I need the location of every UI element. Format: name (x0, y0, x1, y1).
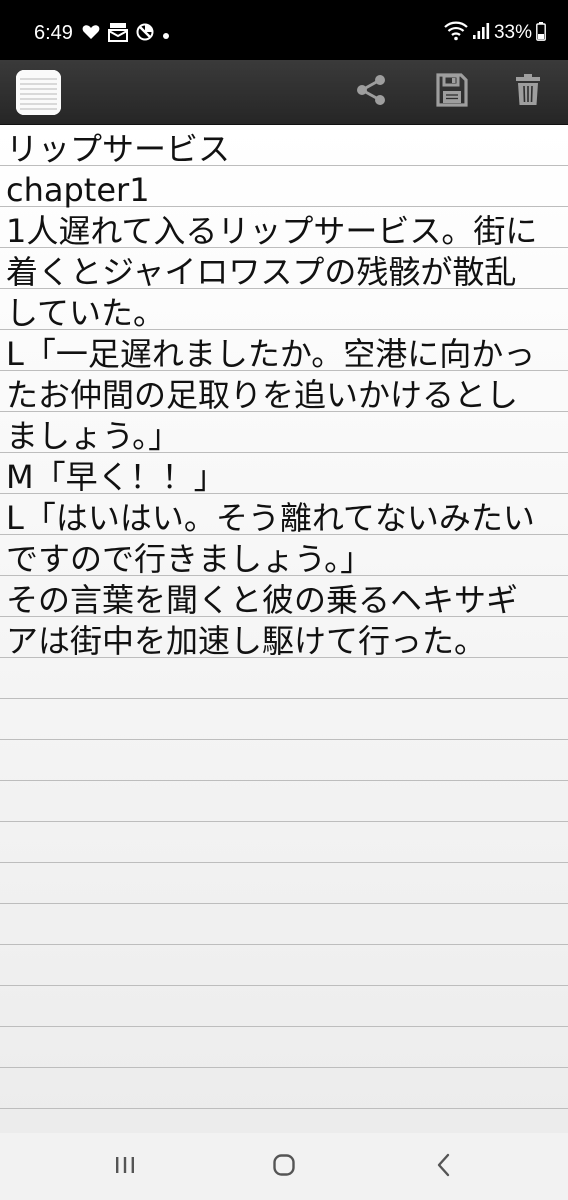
note-line[interactable]: L「はいはい。そう離れてないみたい (6, 498, 564, 539)
home-button[interactable] (264, 1151, 304, 1183)
status-time: 6:49 (34, 22, 73, 44)
heart-icon (82, 24, 100, 44)
note-line[interactable]: していた。 (6, 293, 564, 334)
note-line[interactable]: その言葉を聞くと彼の乗るヘキサギ (6, 580, 564, 621)
note-line[interactable]: ましょう。」 (6, 416, 564, 457)
notification-icons (82, 22, 170, 46)
no-disturb-icon (136, 23, 154, 45)
trash-icon (514, 73, 542, 111)
system-icons: 33% (444, 20, 546, 46)
dot-icon (162, 25, 170, 44)
delete-button[interactable] (508, 72, 548, 112)
notepad-icon[interactable] (16, 70, 61, 115)
back-icon (436, 1153, 452, 1181)
navigation-bar (0, 1133, 568, 1200)
note-line[interactable]: L「一足遅れましたか。空港に向かっ (6, 334, 564, 375)
home-icon (272, 1153, 296, 1181)
save-button[interactable] (432, 72, 472, 112)
wifi-icon (444, 21, 468, 45)
note-line[interactable]: M「早く！！」 (6, 457, 564, 498)
mail-notification-icon (108, 22, 128, 46)
note-line[interactable]: たお仲間の足取りを追いかけるとし (6, 375, 564, 416)
signal-icon (472, 22, 490, 44)
note-line[interactable]: 着くとジャイロワスプの残骸が散乱 (6, 252, 564, 293)
save-icon (436, 73, 468, 111)
note-line[interactable]: アは街中を加速し駆けて行った。 (6, 621, 564, 662)
status-bar: 6:49 33% (0, 0, 568, 60)
note-line[interactable]: リップサービス (6, 129, 564, 170)
recents-icon (114, 1155, 136, 1179)
recents-button[interactable] (105, 1151, 145, 1183)
note-editor[interactable]: リップサービス chapter1 1人遅れて入るリップサービス。街に 着くとジャ… (0, 125, 568, 1133)
app-toolbar (0, 60, 568, 125)
battery-icon (536, 21, 546, 45)
share-icon (354, 73, 388, 111)
back-button[interactable] (424, 1151, 464, 1183)
battery-percent: 33% (493, 22, 532, 43)
note-line[interactable]: chapter1 (6, 170, 564, 211)
note-line[interactable]: ですので行きましょう。」 (6, 539, 564, 580)
note-line[interactable]: 1人遅れて入るリップサービス。街に (6, 211, 564, 252)
share-button[interactable] (351, 72, 391, 112)
note-text[interactable]: リップサービス chapter1 1人遅れて入るリップサービス。街に 着くとジャ… (6, 129, 564, 662)
